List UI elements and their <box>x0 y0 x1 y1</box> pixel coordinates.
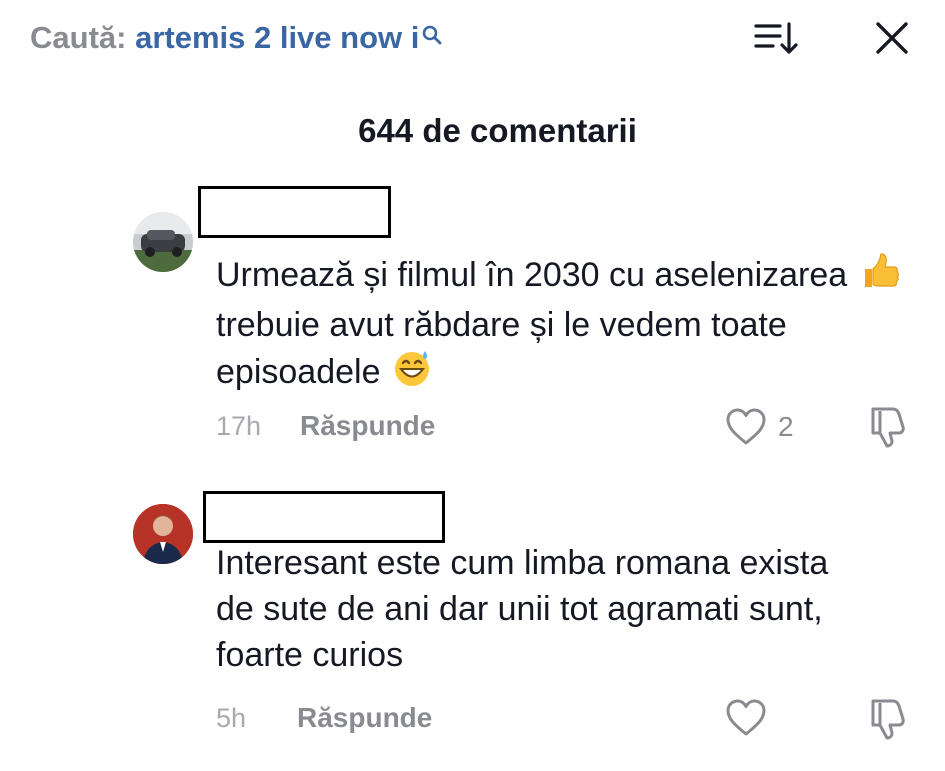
close-icon[interactable] <box>872 18 912 58</box>
search-field[interactable]: Caută: artemis 2 live now i <box>30 20 443 56</box>
redacted-username <box>198 186 391 238</box>
heart-icon[interactable] <box>725 698 767 738</box>
avatar[interactable] <box>133 212 193 272</box>
thumbs-down-icon[interactable] <box>866 404 910 448</box>
comment-time: 5h <box>216 703 247 733</box>
comment-text: Interesant este cum limba romana exista … <box>216 544 829 674</box>
comment-text: Urmează și filmul în 2030 cu aselenizare… <box>216 252 916 400</box>
comment-time: 17h <box>216 411 262 441</box>
heart-icon[interactable] <box>725 407 767 447</box>
reply-button[interactable]: Răspunde <box>300 410 435 442</box>
like-count: 2 <box>778 411 794 442</box>
search-label: Caută: <box>30 20 127 55</box>
grinning-sweat-emoji <box>392 348 432 400</box>
thumbs-up-emoji <box>859 252 899 302</box>
search-query[interactable]: artemis 2 live now i <box>135 20 419 55</box>
redacted-username <box>203 491 445 543</box>
comments-count-title: 644 de comentarii <box>358 112 637 149</box>
thumbs-down-icon[interactable] <box>866 696 910 740</box>
search-icon[interactable] <box>421 18 443 54</box>
sort-icon[interactable] <box>753 18 801 58</box>
top-bar: Caută: artemis 2 live now i <box>0 0 945 80</box>
reply-button[interactable]: Răspunde <box>297 702 432 734</box>
avatar[interactable] <box>133 504 193 564</box>
